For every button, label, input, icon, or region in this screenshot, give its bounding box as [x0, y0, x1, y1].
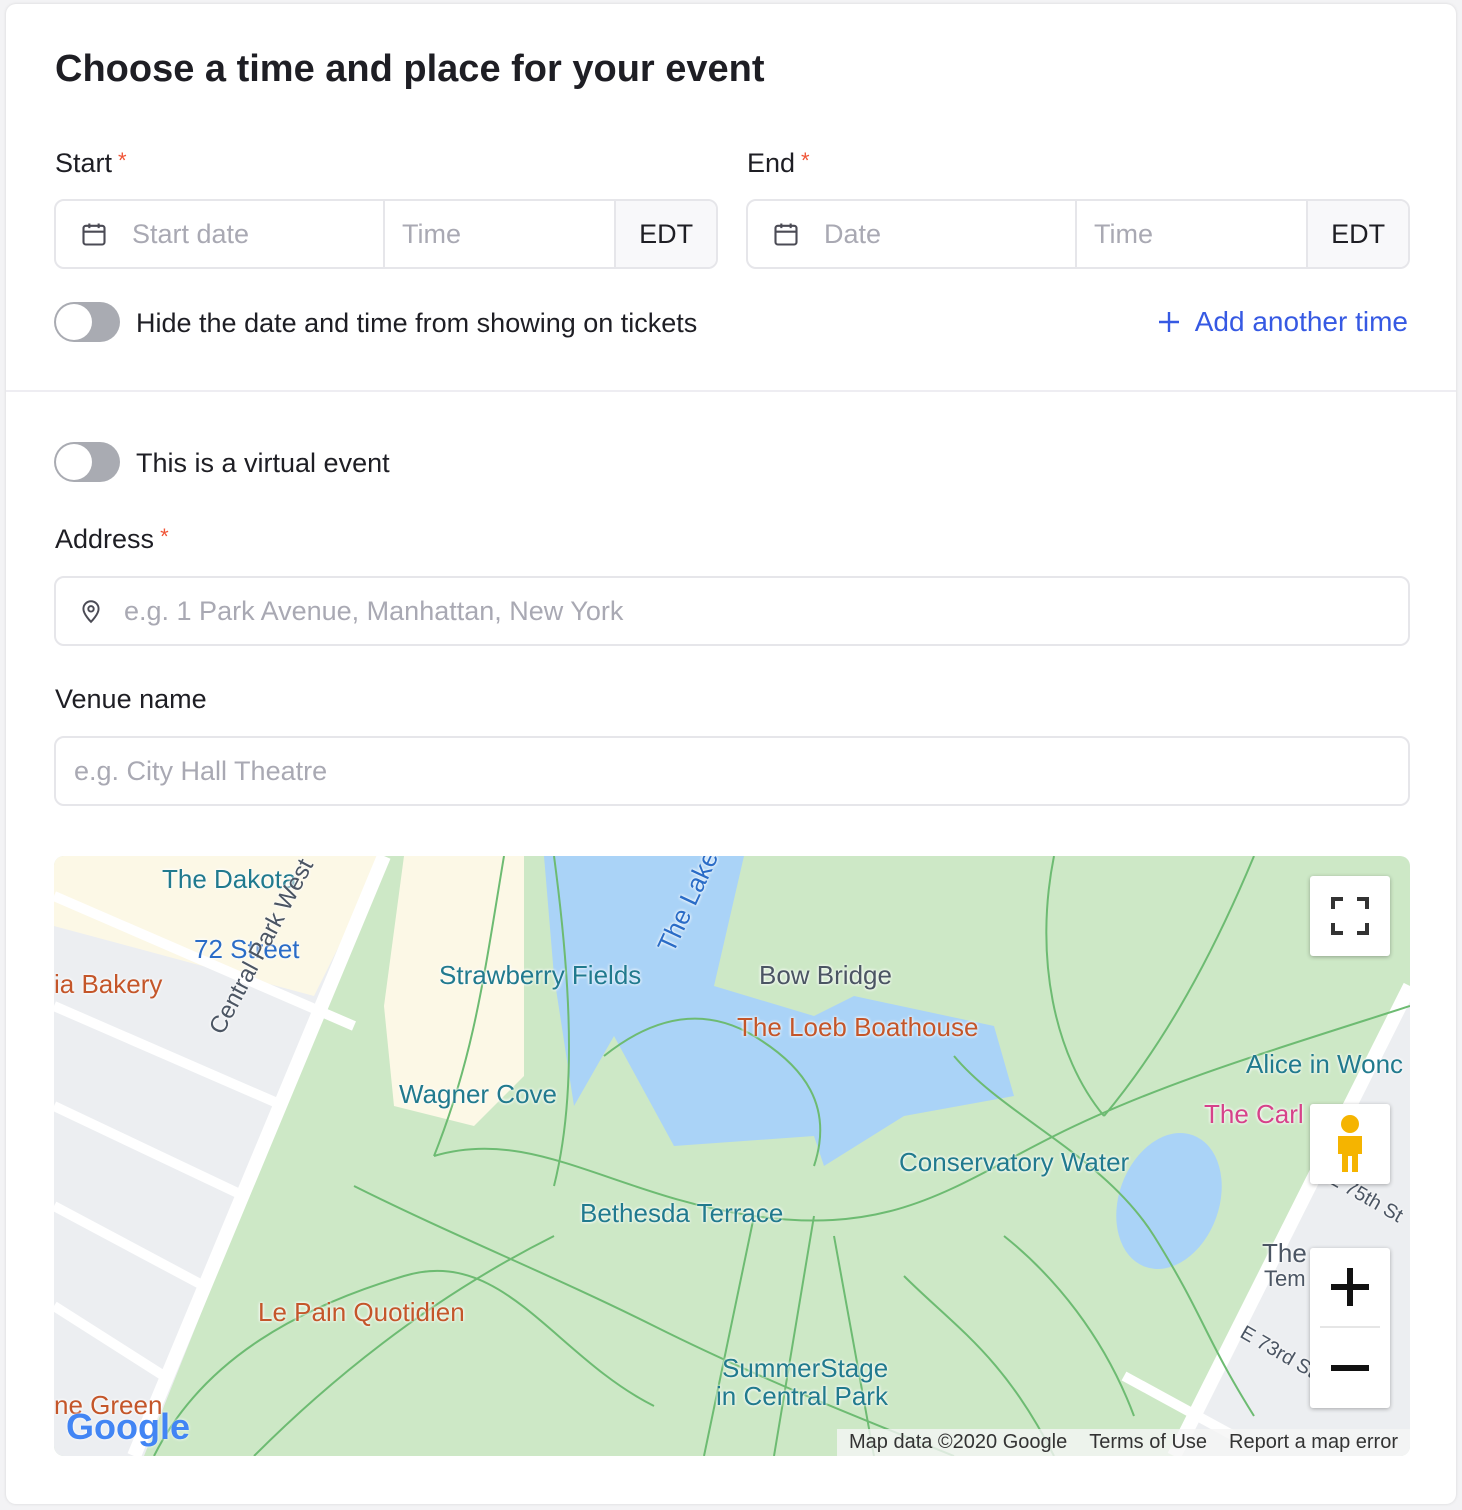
fullscreen-button[interactable] [1310, 876, 1390, 956]
calendar-icon [774, 223, 798, 246]
zoom-out-button[interactable] [1320, 1328, 1380, 1408]
start-date-input[interactable]: Start date [56, 201, 386, 267]
map-label-conservatory-water[interactable]: Conservatory Water [899, 1147, 1129, 1178]
virtual-event-toggle[interactable] [54, 442, 120, 482]
start-datetime-group: Start date Time EDT [54, 199, 718, 269]
end-datetime-group: Date Time EDT [746, 199, 1410, 269]
end-timezone[interactable]: EDT [1308, 201, 1408, 267]
map-label-carlyle[interactable]: The Carl [1204, 1099, 1304, 1130]
map-label-summerstage[interactable]: SummerStage [722, 1353, 888, 1384]
end-date-input[interactable]: Date [748, 201, 1078, 267]
end-label: End * [747, 148, 810, 178]
map-label-bakery[interactable]: ia Bakery [54, 969, 162, 1000]
map-attribution: Map data ©2020 Google Terms of Use Repor… [836, 1429, 1410, 1456]
minus-icon [1331, 1365, 1369, 1371]
report-map-error-link[interactable]: Report a map error [1229, 1431, 1398, 1454]
map-label-bow-bridge[interactable]: Bow Bridge [759, 960, 892, 991]
start-time-input[interactable]: Time [385, 201, 617, 267]
map-label-in-central-park[interactable]: in Central Park [716, 1381, 888, 1412]
map-label-the-met[interactable]: The [1262, 1238, 1307, 1269]
hide-datetime-label: Hide the date and time from showing on t… [136, 308, 698, 338]
map-label-alice[interactable]: Alice in Wonc [1246, 1049, 1403, 1080]
map-label-temple[interactable]: Tem [1264, 1266, 1306, 1292]
map-label-loeb-boathouse[interactable]: The Loeb Boathouse [737, 1012, 978, 1043]
virtual-event-label: This is a virtual event [136, 448, 390, 478]
hide-datetime-toggle[interactable] [54, 302, 120, 342]
plus-icon [1331, 1268, 1369, 1306]
map-label-le-pain-quotidien[interactable]: Le Pain Quotidien [258, 1297, 465, 1328]
map-data-text: Map data ©2020 Google [848, 1431, 1068, 1453]
google-logo: Google [66, 1406, 190, 1447]
start-label: Start * [55, 148, 127, 178]
street-view-pegman[interactable] [1310, 1104, 1390, 1184]
zoom-in-button[interactable] [1320, 1248, 1380, 1328]
terms-of-use-link[interactable]: Terms of Use [1089, 1431, 1207, 1454]
plus-icon [1158, 312, 1179, 332]
zoom-controls [1310, 1248, 1390, 1408]
start-timezone[interactable]: EDT [616, 201, 716, 267]
map-label-strawberry-fields[interactable]: Strawberry Fields [439, 960, 641, 991]
address-label: Address * [55, 524, 169, 554]
location-pin-icon [82, 600, 100, 624]
page-title: Choose a time and place for your event [55, 48, 765, 90]
pegman-icon [1338, 1115, 1362, 1172]
address-input[interactable]: e.g. 1 Park Avenue, Manhattan, New York [54, 576, 1410, 646]
venue-input[interactable]: e.g. City Hall Theatre [54, 736, 1410, 806]
end-time-input[interactable]: Time [1077, 201, 1309, 267]
map-label-wagner-cove[interactable]: Wagner Cove [399, 1079, 557, 1110]
venue-label: Venue name [55, 684, 207, 714]
map-label-bethesda-terrace[interactable]: Bethesda Terrace [580, 1198, 783, 1229]
add-another-time-link[interactable]: Add another time [1157, 306, 1408, 338]
section-divider [6, 390, 1456, 392]
calendar-icon [82, 223, 106, 246]
fullscreen-icon [1331, 897, 1369, 935]
map[interactable]: The Dakota 72 Street ia Bakery Central P… [54, 856, 1410, 1456]
event-form-card: Choose a time and place for your event S… [6, 4, 1456, 1504]
